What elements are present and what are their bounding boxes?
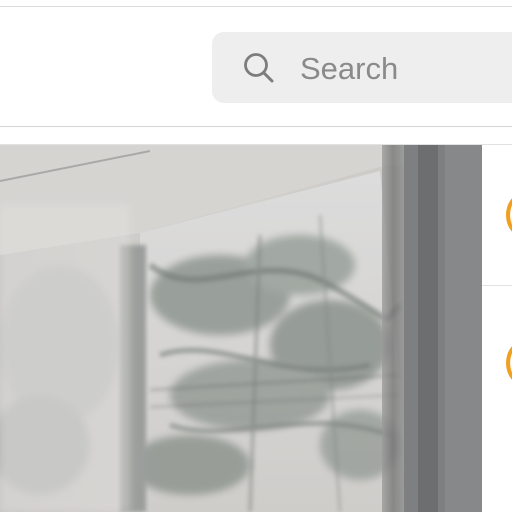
side-divider	[482, 285, 512, 286]
post-image[interactable]	[0, 145, 482, 512]
header-bar: Search	[0, 7, 512, 126]
app-screen: Search	[0, 0, 512, 512]
section-gap	[0, 127, 512, 145]
search-placeholder: Search	[300, 51, 399, 86]
search-input[interactable]: Search	[212, 32, 512, 103]
side-column	[482, 145, 512, 512]
window-photo	[0, 145, 482, 512]
search-icon	[244, 53, 274, 83]
